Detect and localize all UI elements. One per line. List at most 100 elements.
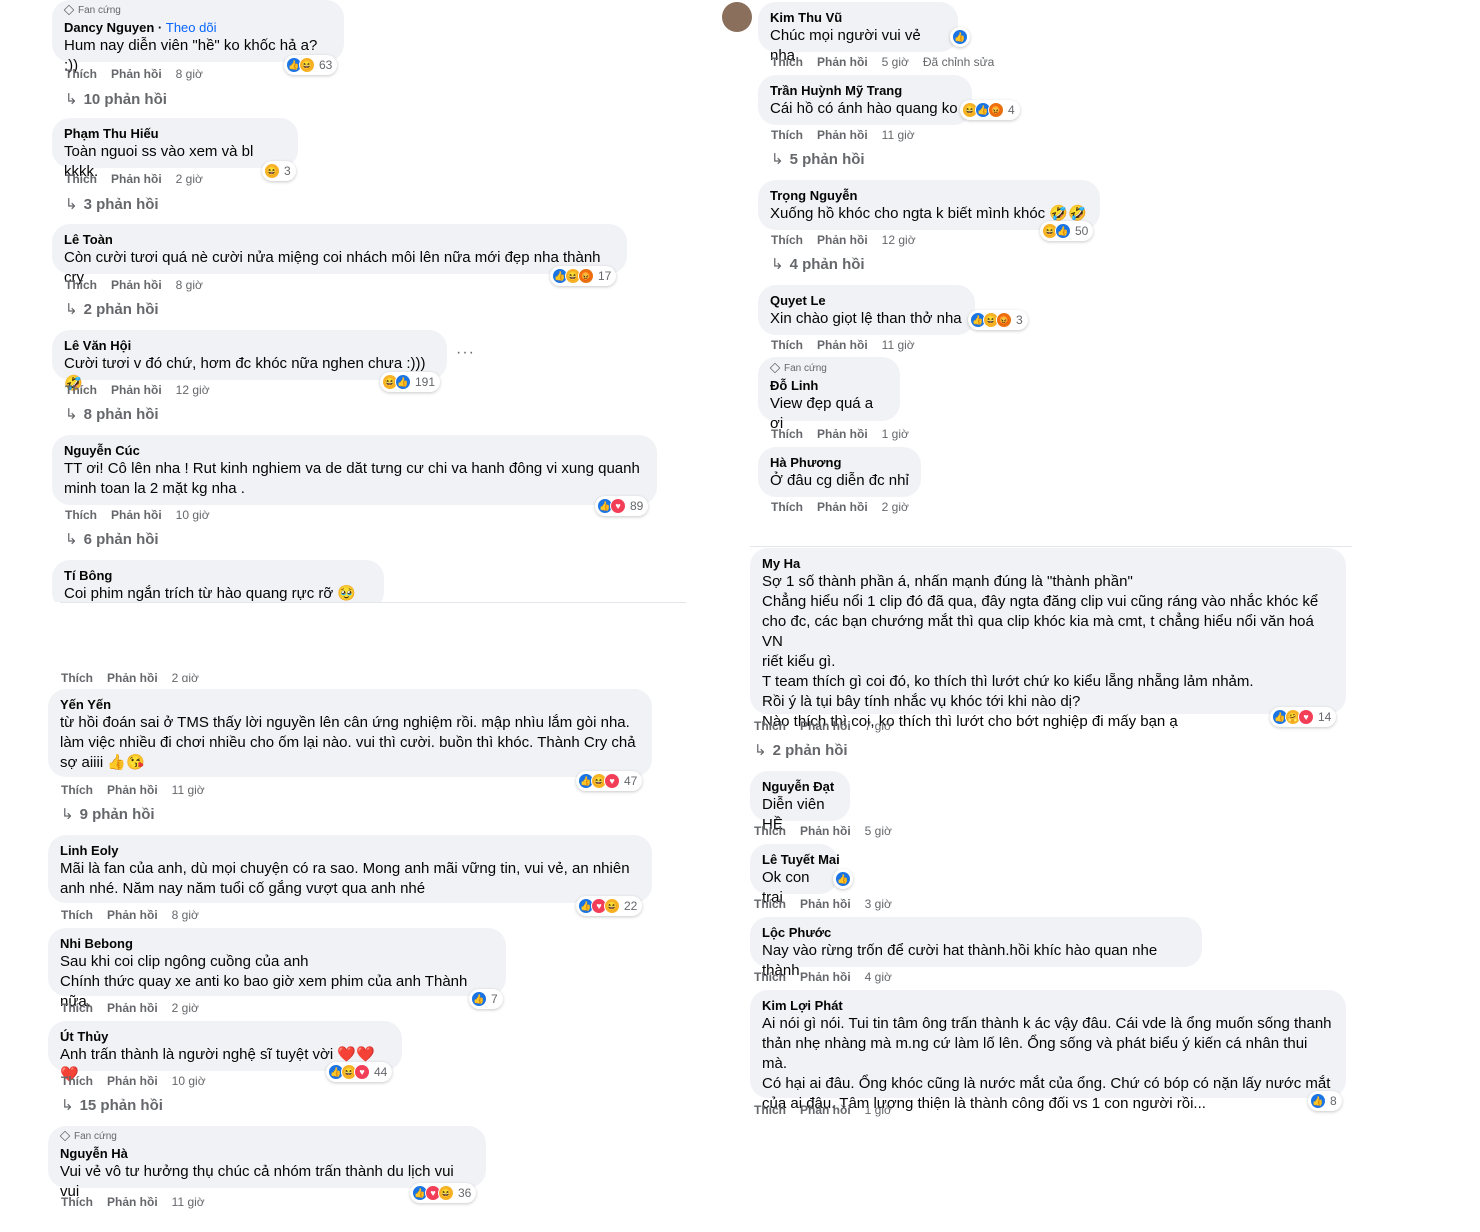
like-button[interactable]: Thích [754, 897, 786, 911]
like-button[interactable]: Thích [771, 233, 803, 247]
reaction-summary[interactable]: 👍 😆 63 [284, 55, 338, 75]
reply-button[interactable]: Phản hồi [107, 1195, 158, 1209]
comment-time[interactable]: 8 giờ [176, 278, 203, 292]
reply-button[interactable]: Phản hồi [107, 1074, 158, 1088]
reply-button[interactable]: Phản hồi [107, 671, 158, 682]
reply-button[interactable]: Phản hồi [111, 508, 162, 522]
commenter-name[interactable]: Lê Văn Hội [64, 337, 435, 354]
reaction-summary[interactable]: 😆 3 [262, 161, 296, 181]
reply-button[interactable]: Phản hồi [111, 172, 162, 186]
commenter-name[interactable]: Trần Huỳnh Mỹ Trang [770, 82, 960, 99]
reaction-summary[interactable]: 😆 👍 191 [380, 372, 441, 392]
like-button[interactable]: Thích [61, 1195, 93, 1209]
view-replies-link[interactable]: ↳ 15 phản hồi [61, 1096, 163, 1114]
comment-time[interactable]: 11 giờ [172, 1195, 205, 1209]
reaction-summary[interactable]: 👍 [833, 869, 853, 889]
comment-time[interactable]: 5 giờ [882, 55, 909, 69]
commenter-name[interactable]: Nhi Bebong [60, 935, 494, 952]
comment-time[interactable]: 2 giờ [176, 172, 203, 186]
commenter-name[interactable]: Trọng Nguyễn [770, 187, 1088, 204]
like-button[interactable]: Thích [754, 970, 786, 984]
commenter-name[interactable]: Út Thủy [60, 1028, 390, 1045]
comment-time[interactable]: 11 giờ [882, 338, 915, 352]
comment-time[interactable]: 5 giờ [865, 824, 892, 838]
view-replies-link[interactable]: ↳ 5 phản hồi [771, 150, 865, 168]
reaction-summary[interactable]: 👍 😆 😡 3 [968, 310, 1028, 330]
commenter-name[interactable]: Nguyễn Đạt [762, 778, 838, 795]
reply-button[interactable]: Phản hồi [107, 908, 158, 922]
reply-button[interactable]: Phản hồi [800, 970, 851, 984]
like-button[interactable]: Thích [61, 783, 93, 797]
reaction-summary[interactable]: 😆 👍 😡 4 [960, 100, 1020, 120]
avatar[interactable] [722, 2, 752, 32]
comment-time[interactable]: 1 giờ [865, 1103, 892, 1117]
comment-time[interactable]: 8 giờ [172, 908, 199, 922]
commenter-name[interactable]: Tí Bông [64, 567, 372, 584]
like-button[interactable]: Thích [771, 338, 803, 352]
like-button[interactable]: Thích [65, 278, 97, 292]
like-button[interactable]: Thích [65, 383, 97, 397]
reaction-summary[interactable]: 👍 [950, 27, 970, 47]
reaction-summary[interactable]: 👍 ♥ 😆 22 [576, 896, 643, 916]
commenter-name[interactable]: Nguyễn Cúc [64, 442, 645, 459]
reply-button[interactable]: Phản hồi [111, 383, 162, 397]
commenter-name[interactable]: Linh Eoly [60, 842, 640, 859]
commenter-name[interactable]: Yến Yến [60, 696, 640, 713]
view-replies-link[interactable]: ↳ 9 phản hồi [61, 805, 155, 823]
like-button[interactable]: Thích [61, 1001, 93, 1015]
view-replies-link[interactable]: ↳ 6 phản hồi [65, 530, 159, 548]
comment-time[interactable]: 4 giờ [865, 970, 892, 984]
reaction-summary[interactable]: 👍 😆 ♥ 47 [576, 771, 643, 791]
reply-button[interactable]: Phản hồi [817, 128, 868, 142]
commenter-name[interactable]: Phạm Thu Hiếu [64, 125, 286, 142]
reply-button[interactable]: Phản hồi [817, 55, 868, 69]
reply-button[interactable]: Phản hồi [107, 1001, 158, 1015]
comment-time[interactable]: 10 giờ [172, 1074, 206, 1088]
commenter-name[interactable]: Kim Lợi Phát [762, 997, 1334, 1014]
comment-time[interactable]: 12 giờ [882, 233, 916, 247]
reaction-summary[interactable]: 👍 ♥ 😆 36 [410, 1183, 477, 1203]
reply-button[interactable]: Phản hồi [817, 233, 868, 247]
reply-button[interactable]: Phản hồi [107, 783, 158, 797]
comment-time[interactable]: 10 giờ [176, 508, 210, 522]
like-button[interactable]: Thích [61, 1074, 93, 1088]
more-options-icon[interactable]: ··· [456, 344, 475, 362]
like-button[interactable]: Thích [65, 67, 97, 81]
comment-time[interactable]: 2 giờ [172, 1001, 199, 1015]
reply-button[interactable]: Phản hồi [817, 500, 868, 514]
like-button[interactable]: Thích [771, 128, 803, 142]
like-button[interactable]: Thích [61, 908, 93, 922]
reaction-summary[interactable]: 👍 😆 😡 17 [550, 266, 617, 286]
view-replies-link[interactable]: ↳ 3 phản hồi [65, 195, 159, 213]
comment-time[interactable]: 2 giờ [882, 500, 909, 514]
comment-time[interactable]: 11 giờ [172, 783, 205, 797]
follow-link[interactable]: Theo dõi [166, 20, 217, 35]
reaction-summary[interactable]: 👍 7 [469, 989, 503, 1009]
reaction-summary[interactable]: 👍 8 [1308, 1091, 1342, 1111]
reply-button[interactable]: Phản hồi [800, 719, 851, 733]
comment-time[interactable]: 8 giờ [176, 67, 203, 81]
commenter-name[interactable]: Nguyễn Hà [60, 1145, 474, 1162]
reaction-summary[interactable]: 👍 🤗 ♥ 14 [1270, 707, 1337, 727]
reply-button[interactable]: Phản hồi [111, 67, 162, 81]
like-button[interactable]: Thích [771, 55, 803, 69]
like-button[interactable]: Thích [65, 172, 97, 186]
commenter-name[interactable]: Lê Toàn [64, 231, 615, 248]
like-button[interactable]: Thích [61, 671, 93, 682]
like-button[interactable]: Thích [771, 427, 803, 441]
like-button[interactable]: Thích [754, 824, 786, 838]
commenter-name[interactable]: Lê Tuyết Mai [762, 851, 840, 868]
commenter-name[interactable]: My Ha [762, 555, 1334, 572]
comment-time[interactable]: 12 giờ [176, 383, 210, 397]
view-replies-link[interactable]: ↳ 10 phản hồi [65, 90, 167, 108]
comment-time[interactable]: 7 giờ [865, 719, 892, 733]
comment-time[interactable]: 2 giờ [172, 671, 199, 682]
comment-time[interactable]: 1 giờ [882, 427, 909, 441]
reply-button[interactable]: Phản hồi [800, 897, 851, 911]
view-replies-link[interactable]: ↳ 2 phản hồi [65, 300, 159, 318]
reply-button[interactable]: Phản hồi [817, 427, 868, 441]
like-button[interactable]: Thích [771, 500, 803, 514]
reply-button[interactable]: Phản hồi [800, 824, 851, 838]
comment-time[interactable]: 3 giờ [865, 897, 892, 911]
commenter-name[interactable]: Quyet Le [770, 292, 963, 309]
